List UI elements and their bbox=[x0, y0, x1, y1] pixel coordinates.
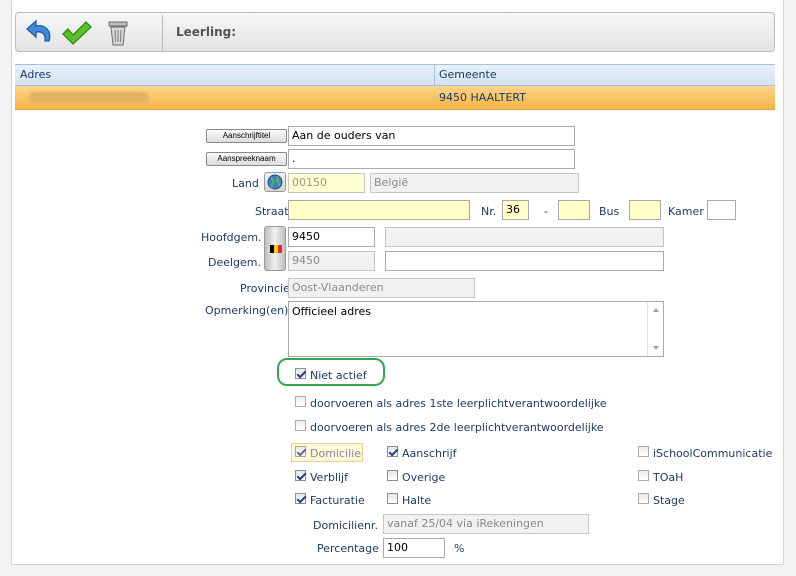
niet-actief-label: Niet actief bbox=[310, 369, 367, 382]
percentage-label: Percentage bbox=[317, 542, 379, 555]
opmerking-text: Officieel adres bbox=[292, 305, 371, 318]
gemeente-cell: 9450 HAALTERT bbox=[439, 91, 526, 104]
nr-suffix-input[interactable] bbox=[558, 200, 590, 220]
domicilie-checkbox bbox=[295, 446, 306, 457]
doorvoeren2-label: doorvoeren als adres 2de leerplichtveran… bbox=[310, 421, 604, 434]
column-separator bbox=[434, 65, 435, 86]
domicilienr-label: Domicilienr. bbox=[313, 519, 378, 532]
facturatie-label: Facturatie bbox=[310, 494, 365, 507]
aanschrijftitel-button[interactable]: Aanschrijftitel bbox=[206, 129, 287, 143]
flag-stripes bbox=[270, 245, 282, 253]
deelgem-label: Deelgem. bbox=[208, 256, 262, 269]
stage-label: Stage bbox=[653, 494, 685, 507]
provincie-label: Provincie bbox=[240, 282, 290, 295]
halte-label: Halte bbox=[402, 494, 432, 507]
straat-input[interactable] bbox=[288, 200, 470, 220]
deelgem-input: 9450 bbox=[288, 251, 375, 271]
stage-checkbox[interactable] bbox=[638, 493, 649, 504]
aanschrijf-label: Aanschrijf bbox=[402, 447, 457, 460]
land-name-field: België bbox=[370, 173, 579, 193]
overige-label: Overige bbox=[402, 471, 446, 484]
ischoolcommunicatie-label: iSchoolCommunicatie bbox=[653, 447, 773, 460]
opmerking-textarea[interactable]: Officieel adres bbox=[288, 301, 664, 357]
bus-label: Bus bbox=[599, 205, 620, 218]
aanschrijf-checkbox[interactable] bbox=[387, 446, 398, 457]
nr-label: Nr. bbox=[481, 205, 497, 218]
halte-checkbox[interactable] bbox=[387, 493, 398, 504]
nr-dash: - bbox=[544, 205, 548, 218]
doorvoeren2-checkbox[interactable] bbox=[295, 420, 306, 431]
percent-sign: % bbox=[454, 542, 465, 555]
toah-label: TOaH bbox=[653, 471, 684, 484]
facturatie-checkbox[interactable] bbox=[295, 493, 306, 504]
doorvoeren1-checkbox[interactable] bbox=[295, 396, 306, 407]
land-code-field: 00150 bbox=[288, 173, 365, 193]
verblijf-label: Verblijf bbox=[310, 471, 348, 484]
domicilie-label: Domicilie bbox=[310, 447, 361, 460]
hoofdgem-input[interactable]: 9450 bbox=[288, 227, 375, 247]
percentage-input[interactable]: 100 bbox=[383, 538, 445, 558]
overige-checkbox[interactable] bbox=[387, 470, 398, 481]
toolbar: Leerling: bbox=[15, 12, 775, 52]
trash-can-icon[interactable] bbox=[102, 17, 134, 49]
textarea-scrollbar[interactable] bbox=[647, 302, 663, 356]
column-header-gemeente[interactable]: Gemeente bbox=[439, 68, 497, 81]
column-header-adres[interactable]: Adres bbox=[20, 68, 51, 81]
ischoolcommunicatie-checkbox[interactable] bbox=[638, 446, 649, 457]
kamer-input[interactable] bbox=[707, 200, 736, 220]
grid-header: Adres Gemeente bbox=[15, 64, 775, 86]
provincie-field: Oost-Vlaanderen bbox=[288, 278, 475, 298]
domicilienr-field: vanaf 25/04 via iRekeningen bbox=[383, 514, 589, 534]
doorvoeren1-label: doorvoeren als adres 1ste leerplichtvera… bbox=[310, 397, 607, 410]
hoofdgem-name-field bbox=[385, 227, 664, 247]
belgian-flag-icon[interactable] bbox=[264, 226, 286, 271]
undo-arrow-icon[interactable] bbox=[24, 17, 56, 49]
straat-label: Straat bbox=[255, 205, 289, 218]
deelgem-name-input[interactable] bbox=[385, 251, 664, 271]
niet-actief-checkbox[interactable] bbox=[295, 368, 306, 379]
address-grid: Adres Gemeente 9450 HAALTERT bbox=[15, 64, 775, 110]
hoofdgem-label: Hoofdgem. bbox=[201, 231, 262, 244]
bus-input[interactable] bbox=[629, 200, 661, 220]
toolbar-separator bbox=[162, 15, 163, 51]
land-label: Land bbox=[232, 177, 259, 190]
opmerking-label: Opmerking(en) bbox=[205, 304, 289, 317]
table-row[interactable]: 9450 HAALTERT bbox=[15, 86, 775, 110]
kamer-label: Kamer bbox=[668, 205, 704, 218]
checkmark-icon[interactable] bbox=[60, 17, 92, 49]
verblijf-checkbox[interactable] bbox=[295, 470, 306, 481]
nr-input[interactable]: 36 bbox=[502, 200, 529, 220]
aanspreeknaam-input[interactable]: . bbox=[288, 149, 575, 169]
aanschrijftitel-input[interactable]: Aan de ouders van bbox=[288, 126, 575, 146]
toah-checkbox[interactable] bbox=[638, 470, 649, 481]
adres-cell-blurred bbox=[29, 92, 149, 103]
aanspreeknaam-button[interactable]: Aanspreeknaam bbox=[206, 152, 287, 166]
toolbar-title: Leerling: bbox=[176, 25, 236, 39]
globe-icon[interactable] bbox=[264, 172, 286, 192]
